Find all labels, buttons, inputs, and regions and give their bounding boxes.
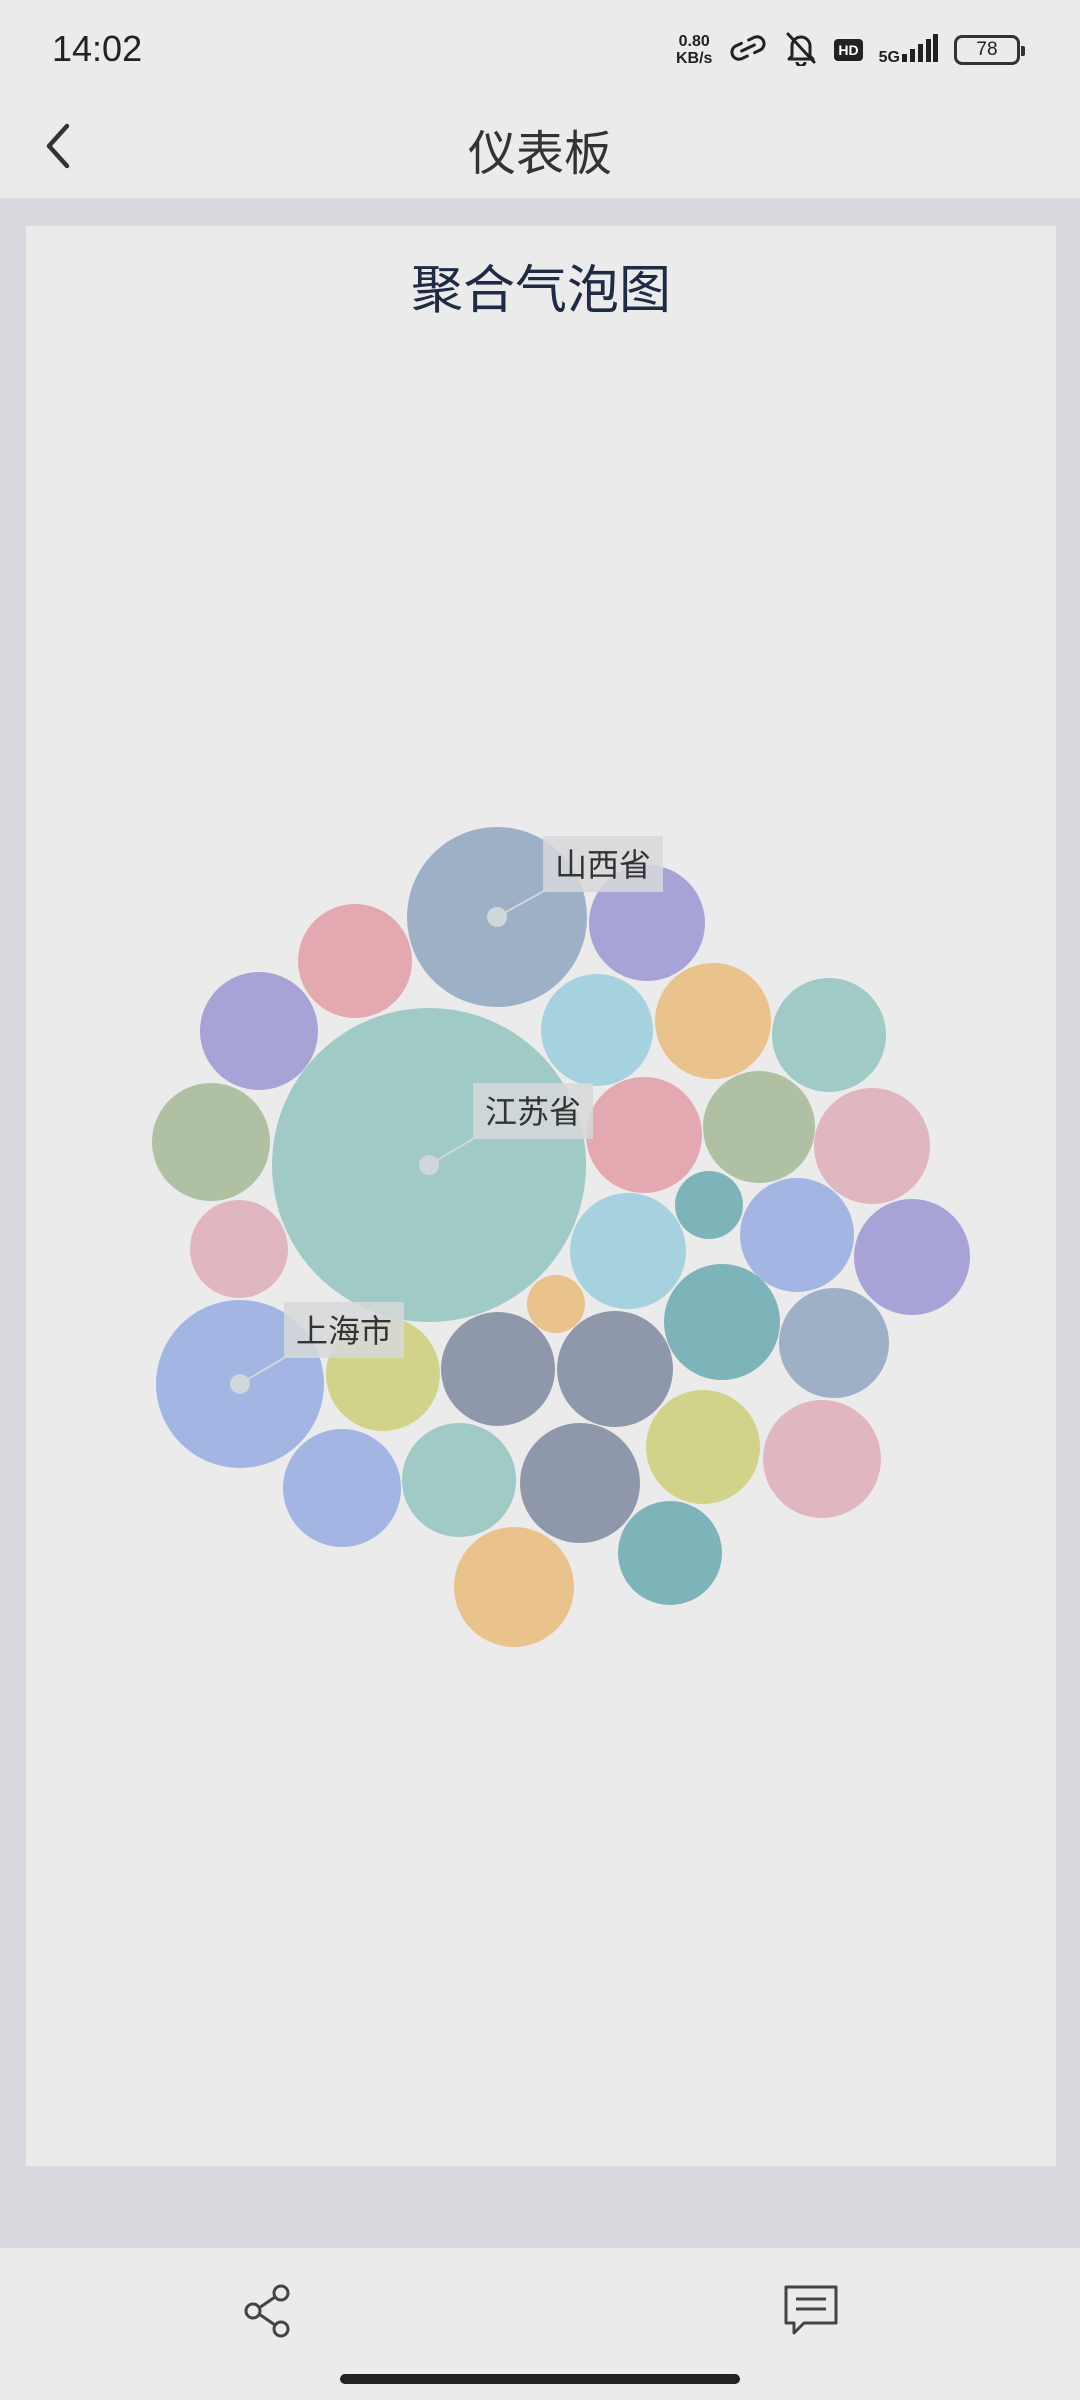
bubble[interactable] — [152, 1083, 270, 1201]
share-icon — [241, 2283, 297, 2343]
status-icons: 0.80 KB/s HD 5G 78 — [676, 28, 1025, 72]
bubble[interactable] — [740, 1178, 854, 1292]
bubble[interactable] — [190, 1200, 288, 1298]
bubble[interactable] — [854, 1199, 970, 1315]
signal-group: 5G — [879, 34, 938, 66]
hd-badge: HD — [834, 39, 863, 61]
bubble-label: 山西省 — [555, 846, 651, 884]
nav-bar: 仪表板 — [0, 100, 1080, 198]
bubble[interactable] — [454, 1527, 574, 1647]
net-speed-value: 0.80 — [678, 33, 710, 50]
bubble-label: 上海市 — [296, 1312, 392, 1350]
bubble[interactable] — [527, 1275, 585, 1333]
signal-icon — [902, 34, 938, 66]
bubble-chart: 山西省江苏省上海市 — [152, 827, 970, 1647]
status-time: 14:02 — [52, 28, 143, 69]
bubble[interactable] — [200, 972, 318, 1090]
bubble[interactable] — [586, 1077, 702, 1193]
bubble[interactable] — [779, 1288, 889, 1398]
bubble[interactable] — [655, 963, 771, 1079]
callout-dot — [230, 1374, 250, 1394]
chart-card: 山西省江苏省上海市 聚合气泡图 — [26, 226, 1056, 2166]
bubble[interactable] — [402, 1423, 516, 1537]
comment-button[interactable] — [776, 2278, 846, 2348]
bubble[interactable] — [703, 1071, 815, 1183]
bubble[interactable] — [283, 1429, 401, 1547]
status-bar: 14:02 0.80 KB/s HD 5G 78 — [0, 0, 1080, 100]
callout-dot — [487, 907, 507, 927]
page-title: 仪表板 — [467, 126, 612, 182]
bubble[interactable] — [520, 1423, 640, 1543]
network-type: 5G — [878, 49, 900, 66]
link-icon — [728, 33, 768, 67]
share-button[interactable] — [234, 2278, 304, 2348]
bubble[interactable] — [772, 978, 886, 1092]
bottom-bar — [0, 2248, 1080, 2400]
bubble[interactable] — [541, 974, 653, 1086]
bubble-label: 江苏省 — [485, 1093, 581, 1131]
net-speed: 0.80 KB/s — [676, 33, 712, 67]
net-speed-unit: KB/s — [675, 50, 713, 67]
comment-icon — [782, 2283, 840, 2343]
bubble[interactable] — [763, 1400, 881, 1518]
bell-off-icon — [784, 30, 818, 70]
bubble[interactable] — [570, 1193, 686, 1309]
battery-level: 78 — [976, 39, 998, 60]
chart-title: 聚合气泡图 — [410, 261, 671, 321]
bubble[interactable] — [814, 1088, 930, 1204]
callout-dot — [419, 1155, 439, 1175]
bubble[interactable] — [441, 1312, 555, 1426]
bubble[interactable] — [664, 1264, 780, 1380]
bubble[interactable] — [557, 1311, 673, 1427]
home-indicator[interactable] — [340, 2374, 740, 2384]
bubble[interactable] — [298, 904, 412, 1018]
bubble[interactable] — [618, 1501, 722, 1605]
bubble[interactable] — [646, 1390, 760, 1504]
battery-indicator: 78 — [954, 35, 1025, 65]
bubble[interactable] — [675, 1171, 743, 1239]
